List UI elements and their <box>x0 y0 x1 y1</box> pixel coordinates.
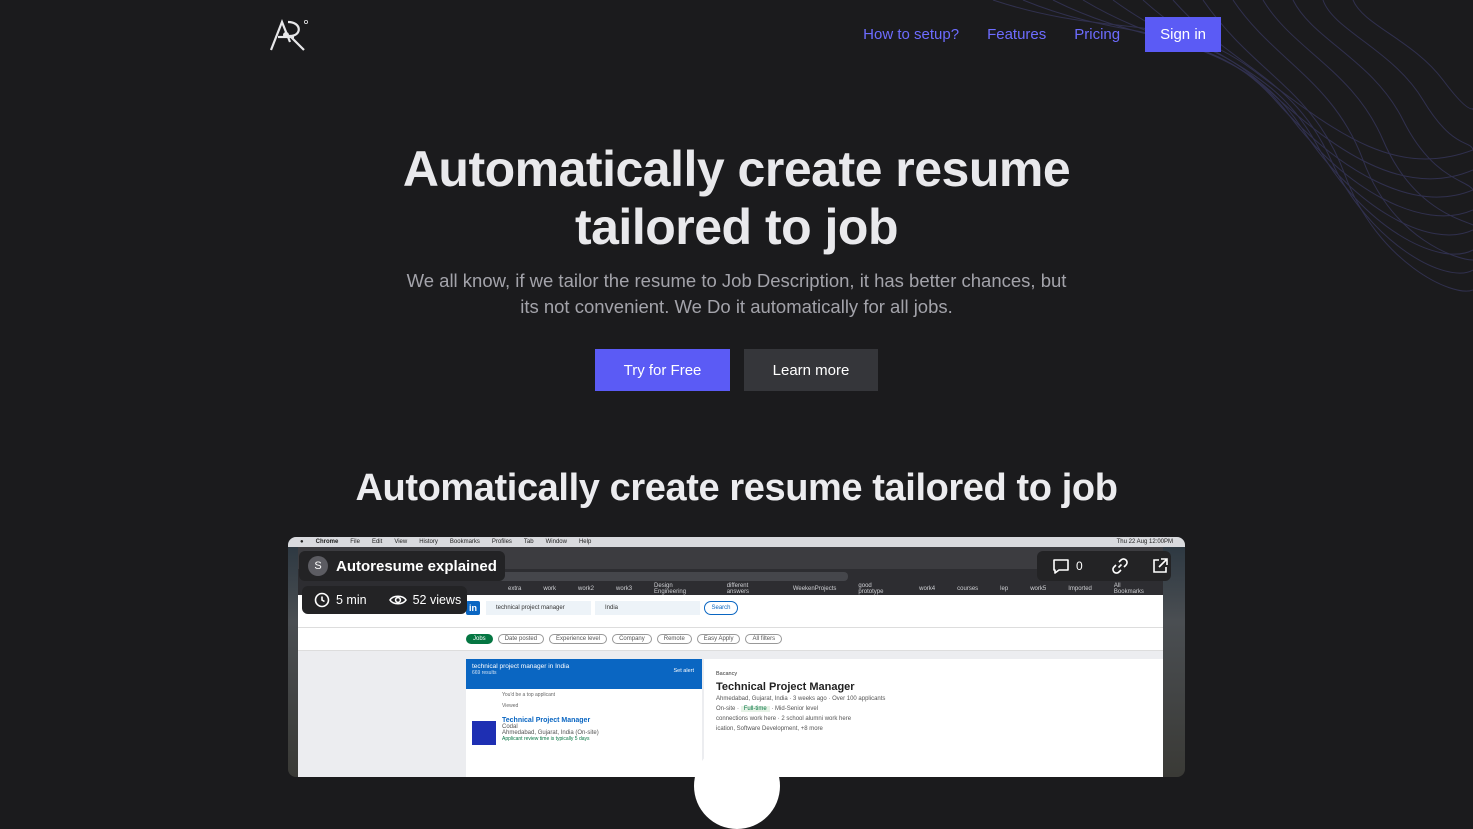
bookmark: work5 <box>1030 586 1047 592</box>
apple-icon: ● <box>300 539 304 545</box>
filter-chip: Easy Apply <box>696 634 741 644</box>
hero-subtitle-line-1: We all know, if we tailor the resume to … <box>406 270 1067 291</box>
job-card: Technical Project Manager Codal Ahmedaba… <box>466 711 702 748</box>
video-title[interactable]: Autoresume explained <box>336 558 497 575</box>
filter-chip: Jobs <box>466 634 493 644</box>
set-alert-toggle: Set alert <box>673 668 694 674</box>
try-for-free-button[interactable]: Try for Free <box>595 349 730 391</box>
nav-link-features[interactable]: Features <box>987 26 1046 43</box>
viewed-label: Viewed <box>502 703 519 709</box>
video-duration: 5 min <box>336 593 367 607</box>
video-actions-overlay: 0 <box>1037 551 1171 581</box>
linkedin-logo-icon: in <box>466 601 480 615</box>
external-link-icon[interactable] <box>1151 557 1169 575</box>
bookmark: Imported <box>1068 586 1092 592</box>
cta-group: Try for Free Learn more <box>595 349 878 391</box>
hero-subtitle-line-2: its not convenient. We Do it automatical… <box>520 296 953 317</box>
bookmark: WeekenProjects <box>792 586 837 592</box>
job-detail-onsite: On-site <box>716 706 736 712</box>
section-title: Automatically create resume tailored to … <box>355 467 1118 509</box>
link-icon[interactable] <box>1111 557 1129 575</box>
nav-link-pricing[interactable]: Pricing <box>1074 26 1120 43</box>
comment-icon[interactable] <box>1052 557 1070 575</box>
top-nav: How to setup? Features Pricing Sign in <box>863 17 1221 52</box>
bookmark: work2 <box>578 586 595 592</box>
job-card-title: Technical Project Manager <box>502 717 591 724</box>
bookmark: good prototype <box>858 583 884 595</box>
menubar-item: File <box>350 539 360 545</box>
job-detail: Bacancy Technical Project Manager Ahmeda… <box>704 659 1163 777</box>
menubar-item: Bookmarks <box>449 539 480 545</box>
hero-subtitle: We all know, if we tailor the resume to … <box>395 268 1078 320</box>
top-applicant-notice: You'd be a top applicant <box>502 692 556 698</box>
job-detail-level: Mid-Senior level <box>775 706 819 712</box>
job-detail-company: Bacancy <box>716 671 738 677</box>
bookmark: work <box>543 586 557 592</box>
menubar-clock: Thu 22 Aug 12:00PM <box>1116 539 1173 545</box>
menubar-app: Chrome <box>315 539 339 545</box>
bookmark: work3 <box>616 586 633 592</box>
eye-icon <box>388 595 407 605</box>
hero-title-line-1: Automatically create resume <box>402 141 1071 197</box>
avatar: S <box>308 556 328 576</box>
bookmark: Design Engineering <box>654 583 687 595</box>
video-views: 52 views <box>412 593 462 607</box>
job-list-count: 669 results <box>472 670 497 676</box>
menubar-item: Window <box>545 539 567 545</box>
menubar-item: History <box>419 539 438 545</box>
menubar-item: Profiles <box>491 539 512 545</box>
job-detail-connections: connections work here · 2 school alumni … <box>716 716 852 722</box>
comment-count: 0 <box>1076 559 1083 573</box>
job-list-header: technical project manager in India 669 r… <box>466 659 702 689</box>
video-title-overlay: S Autoresume explained <box>299 551 505 581</box>
bookmark: lep <box>1000 586 1009 592</box>
filter-chip: All filters <box>745 634 783 644</box>
nav-link-how-to-setup[interactable]: How to setup? <box>863 26 959 43</box>
menubar-item: Help <box>578 539 592 545</box>
learn-more-button[interactable]: Learn more <box>744 349 878 391</box>
bookmark: work4 <box>919 586 936 592</box>
bookmark: different answers <box>726 583 750 595</box>
clock-icon <box>314 592 330 608</box>
job-detail-fulltime: Full-time <box>740 706 770 712</box>
bookmark: extra <box>508 586 522 592</box>
job-card-note: Applicant review time is typically 5 day… <box>502 736 590 742</box>
linkedin-location-input: India <box>595 601 700 615</box>
linkedin-search-input: technical project manager <box>486 601 591 615</box>
linkedin-filters: Jobs Date posted Experience level Compan… <box>298 628 1163 651</box>
bookmark: courses <box>957 586 979 592</box>
menubar-item: View <box>394 539 408 545</box>
company-logo <box>472 721 496 745</box>
job-detail-type-row: On-site · Full-time · Mid-Senior level <box>716 706 819 712</box>
menubar-item: Edit <box>371 539 383 545</box>
filter-chip: Remote <box>656 634 692 644</box>
hero-title-line-2: tailored to job <box>574 199 899 255</box>
filter-chip: Date posted <box>497 634 545 644</box>
job-list: technical project manager in India 669 r… <box>466 659 702 777</box>
mac-menubar: ● Chrome File Edit View History Bookmark… <box>288 537 1185 547</box>
video-meta-overlay: 5 min 52 views <box>302 586 467 614</box>
all-bookmarks: All Bookmarks <box>1113 583 1144 595</box>
play-button[interactable] <box>694 743 780 829</box>
job-list-title: technical project manager in India <box>472 663 570 670</box>
brand-logo[interactable] <box>268 18 310 52</box>
filter-chip: Experience level <box>549 634 608 644</box>
job-detail-meta: Ahmedabad, Gujarat, India · 3 weeks ago … <box>716 696 886 702</box>
menubar-item: Tab <box>523 539 534 545</box>
linkedin-search-button: Search <box>704 601 738 615</box>
job-detail-title: Technical Project Manager <box>716 681 855 693</box>
job-detail-skills: ication, Software Development, +8 more <box>716 726 823 732</box>
filter-chip: Company <box>612 634 652 644</box>
hero-title: Automatically create resume tailored to … <box>0 140 1473 256</box>
sign-in-button[interactable]: Sign in <box>1145 17 1221 52</box>
